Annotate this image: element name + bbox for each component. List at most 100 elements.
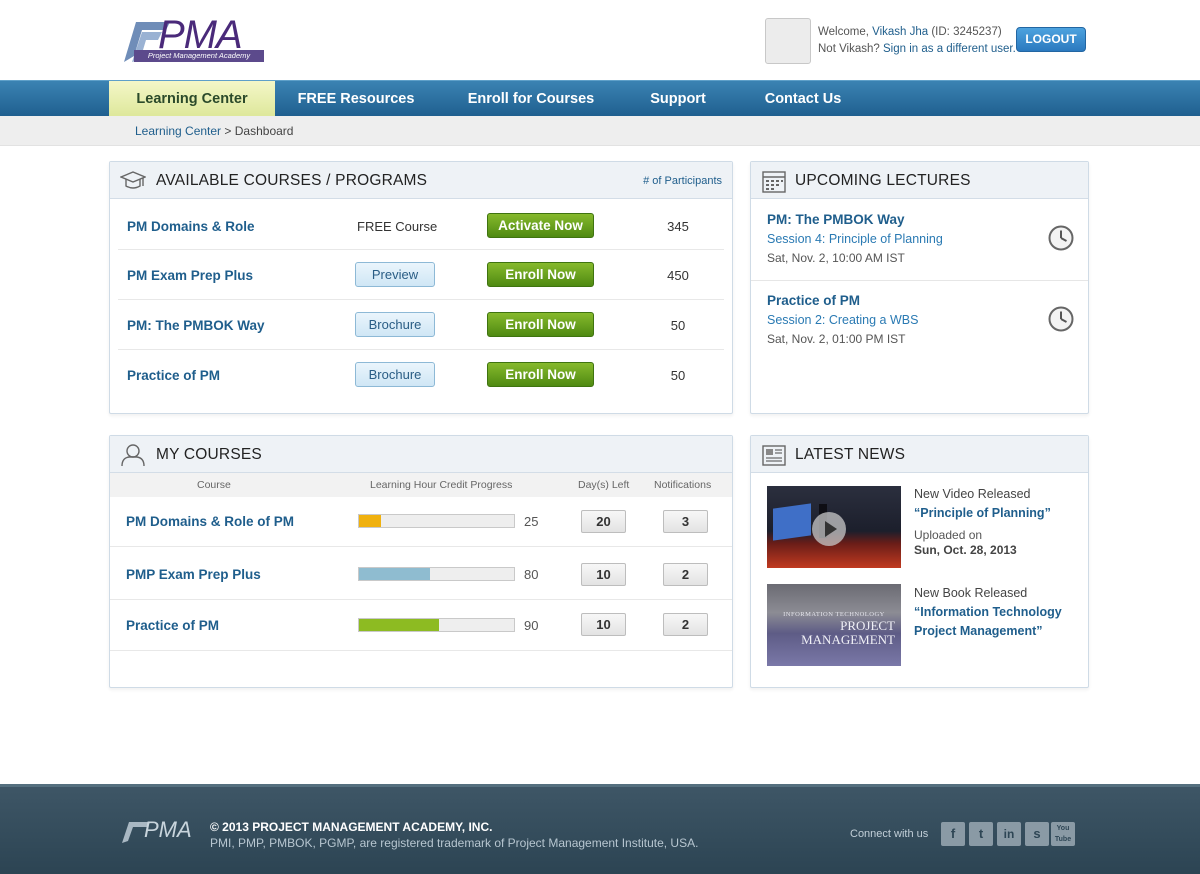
news-uploaded-label: Uploaded on [914, 528, 983, 542]
breadcrumb-separator: > [221, 124, 235, 138]
calendar-icon [762, 171, 786, 193]
site-footer: PMA © 2013 PROJECT MANAGEMENT ACADEMY, I… [0, 784, 1200, 874]
youtube-icon[interactable]: You Tube [1051, 822, 1075, 846]
lecture-time: Sat, Nov. 2, 01:00 PM IST [767, 332, 906, 346]
main-nav: Learning Center FREE Resources Enroll fo… [0, 80, 1200, 117]
credit-progress-bar [358, 567, 515, 581]
notifications-badge[interactable]: 2 [663, 613, 708, 636]
nav-contact-us[interactable]: Contact Us [746, 81, 860, 117]
progress-fill [359, 515, 382, 527]
days-left-badge[interactable]: 10 [581, 613, 626, 636]
lecture-session-link[interactable]: Session 4: Principle of Planning [767, 232, 943, 246]
footer-logo-text: PMA [144, 817, 192, 842]
panel-header: LATEST NEWS [751, 436, 1088, 473]
my-courses-column-headers: Course Learning Hour Credit Progress Day… [110, 473, 732, 497]
panel-title: LATEST NEWS [795, 446, 906, 463]
book-cover-thumbnail[interactable]: INFORMATION TECHNOLOGY PROJECT MANAGEMEN… [767, 584, 901, 666]
enroll-now-button[interactable]: Enroll Now [487, 312, 594, 337]
logo-subtitle: Project Management Academy [134, 50, 264, 62]
twitter-icon[interactable]: t [969, 822, 993, 846]
credit-progress-bar [358, 618, 515, 632]
lecture-time: Sat, Nov. 2, 10:00 AM IST [767, 251, 905, 265]
progress-value: 25 [524, 514, 539, 529]
book-cover-top-text: INFORMATION TECHNOLOGY [783, 611, 885, 618]
available-courses-panel: AVAILABLE COURSES / PROGRAMS # of Partic… [109, 161, 733, 414]
participants-header: # of Participants [643, 175, 722, 187]
course-link[interactable]: PM Domains & Role [127, 219, 255, 234]
my-course-link[interactable]: PM Domains & Role of PM [126, 514, 294, 529]
enroll-now-button[interactable]: Enroll Now [487, 362, 594, 387]
activate-now-button[interactable]: Activate Now [487, 213, 594, 238]
brochure-button[interactable]: Brochure [355, 312, 435, 337]
enroll-now-button[interactable]: Enroll Now [487, 262, 594, 287]
video-thumbnail[interactable] [767, 486, 901, 568]
upcoming-lectures-panel: UPCOMING LECTURES PM: The PMBOK Way Sess… [750, 161, 1089, 414]
pma-logo[interactable]: PMA Project Management Academy [118, 14, 268, 66]
user-name-link[interactable]: Vikash Jha [872, 26, 928, 38]
course-link[interactable]: Practice of PM [127, 368, 220, 383]
switch-user-link[interactable]: Sign in as a different user. [883, 43, 1016, 55]
footer-copyright: © 2013 PROJECT MANAGEMENT ACADEMY, INC. … [210, 819, 698, 852]
days-left-badge[interactable]: 20 [581, 510, 626, 533]
progress-value: 90 [524, 618, 539, 633]
progress-fill [359, 568, 430, 580]
nav-support[interactable]: Support [630, 81, 726, 117]
notifications-badge[interactable]: 2 [663, 563, 708, 586]
my-course-row: Practice of PM 90 10 2 [110, 600, 732, 651]
course-row: PM: The PMBOK Way Brochure Enroll Now 50 [118, 300, 724, 350]
course-link[interactable]: PM: The PMBOK Way [127, 318, 265, 333]
free-course-label: FREE Course [357, 219, 438, 234]
lecture-session-link[interactable]: Session 2: Creating a WBS [767, 313, 918, 327]
newspaper-icon [762, 445, 786, 466]
participant-count: 50 [670, 318, 686, 333]
breadcrumb-learning-center[interactable]: Learning Center [135, 124, 221, 138]
slideshare-icon[interactable]: s [1025, 822, 1049, 846]
news-kind: New Book Released [914, 586, 1028, 600]
column-progress: Learning Hour Credit Progress [370, 479, 513, 491]
projector-screen [773, 503, 811, 541]
footer-logo[interactable]: PMA [120, 817, 196, 845]
logout-button[interactable]: LOGOUT [1016, 27, 1086, 52]
clock-icon[interactable] [1047, 305, 1075, 333]
course-row: Practice of PM Brochure Enroll Now 50 [118, 350, 724, 400]
notifications-badge[interactable]: 3 [663, 510, 708, 533]
user-icon [121, 444, 145, 467]
not-user-text: Not Vikash? [818, 43, 883, 55]
my-course-row: PM Domains & Role of PM 25 20 3 [110, 497, 732, 547]
participant-count: 345 [667, 219, 689, 234]
brochure-button[interactable]: Brochure [355, 362, 435, 387]
avatar[interactable] [765, 18, 811, 64]
site-header: PMA Project Management Academy Welcome, … [0, 0, 1200, 80]
my-course-link[interactable]: Practice of PM [126, 618, 219, 633]
connect-label: Connect with us [850, 828, 929, 840]
facebook-icon[interactable]: f [941, 822, 965, 846]
lecture-course-link[interactable]: Practice of PM [767, 293, 860, 308]
participant-count: 450 [667, 268, 689, 283]
column-notifications: Notifications [654, 479, 712, 491]
progress-fill [359, 619, 439, 631]
latest-news-panel: LATEST NEWS New Video Released “Principl… [750, 435, 1089, 688]
news-title-link[interactable]: “Information Technology Project Manageme… [914, 603, 1079, 641]
lecture-course-link[interactable]: PM: The PMBOK Way [767, 212, 905, 227]
news-item-video: New Video Released “Principle of Plannin… [914, 485, 1051, 558]
book-cover-title: PROJECT MANAGEMENT [767, 619, 895, 647]
breadcrumb-current: Dashboard [234, 124, 294, 138]
nav-learning-center[interactable]: Learning Center [109, 81, 275, 117]
breadcrumb: Learning Center > Dashboard [0, 116, 1200, 146]
nav-free-resources[interactable]: FREE Resources [284, 81, 428, 117]
panel-header: AVAILABLE COURSES / PROGRAMS # of Partic… [110, 162, 732, 199]
nav-enroll-courses[interactable]: Enroll for Courses [450, 81, 612, 117]
news-title-link[interactable]: “Principle of Planning” [914, 504, 1051, 523]
days-left-badge[interactable]: 10 [581, 563, 626, 586]
clock-icon[interactable] [1047, 224, 1075, 252]
preview-button[interactable]: Preview [355, 262, 435, 287]
my-courses-panel: MY COURSES Course Learning Hour Credit P… [109, 435, 733, 688]
column-course: Course [197, 479, 231, 491]
linkedin-icon[interactable]: in [997, 822, 1021, 846]
play-icon[interactable] [811, 511, 847, 547]
graduation-cap-icon [120, 171, 146, 189]
my-course-link[interactable]: PMP Exam Prep Plus [126, 567, 261, 582]
panel-header: UPCOMING LECTURES [751, 162, 1088, 199]
course-link[interactable]: PM Exam Prep Plus [127, 268, 253, 283]
panel-title: UPCOMING LECTURES [795, 172, 971, 189]
